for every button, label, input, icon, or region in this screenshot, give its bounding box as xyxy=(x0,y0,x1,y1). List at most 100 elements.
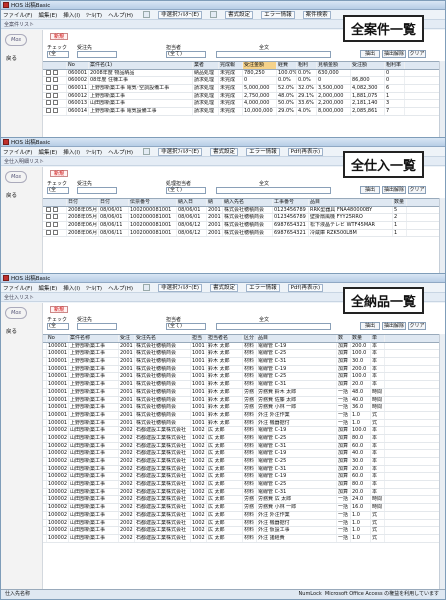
table-cell[interactable]: 材料 xyxy=(243,365,257,373)
row-checkbox[interactable] xyxy=(46,69,51,75)
table-cell[interactable]: 1001 xyxy=(191,419,207,427)
table-cell[interactable]: 1001 xyxy=(191,381,207,388)
table-cell[interactable]: 山田部新築工事 xyxy=(69,488,119,496)
table-cell[interactable]: 100002 xyxy=(47,434,69,442)
table-cell[interactable]: 外注 機器据付 xyxy=(257,419,337,427)
table-cell[interactable]: 式 xyxy=(371,527,385,534)
table-row[interactable]: 100002 山田部新築工事 2002 石都建設工業株式会社 1002 広 太郎 材料 電線管… xyxy=(43,458,445,466)
table-cell[interactable]: 石都建設工業株式会社 xyxy=(135,481,191,488)
header-no[interactable]: No xyxy=(47,335,69,342)
table-cell[interactable]: 2001 xyxy=(119,358,135,365)
table-cell[interactable]: 電線管 C-31 xyxy=(257,381,337,388)
table-cell[interactable]: 石都建設工業株式会社 xyxy=(135,527,191,534)
table-cell[interactable]: 100.0 xyxy=(351,350,371,358)
table-cell[interactable]: 08年度 住棟工事 xyxy=(89,77,193,85)
table-cell[interactable]: 2002 xyxy=(119,434,135,442)
table-cell[interactable]: 2,200,000 xyxy=(317,100,351,108)
table-cell[interactable]: 3,500,000 xyxy=(317,85,351,92)
row-selector[interactable] xyxy=(43,69,67,77)
table-cell[interactable]: 060002 xyxy=(67,77,89,85)
table-cell[interactable]: 本 xyxy=(371,427,385,434)
table-cell[interactable]: 0.0% xyxy=(297,69,317,77)
table-cell[interactable]: 材料 xyxy=(243,481,257,488)
row-flag-checkbox[interactable] xyxy=(53,222,58,228)
row-flag-checkbox[interactable] xyxy=(53,85,58,91)
table-cell[interactable]: 060012 xyxy=(67,92,89,100)
table-cell[interactable]: 外注 機器据付 xyxy=(257,519,337,527)
table-row[interactable]: 100001 上野部新築工事 2001 株式会社穂積商会 1001 鈴木 太郎 材料 電線管 … xyxy=(43,365,445,374)
table-cell[interactable]: 一括 xyxy=(337,396,351,404)
table-cell[interactable]: 1.0 xyxy=(351,511,371,519)
row-flag-checkbox[interactable] xyxy=(53,77,58,83)
table-cell[interactable]: 本 xyxy=(371,342,385,350)
extract-button[interactable]: 抽出 xyxy=(360,186,380,194)
table-cell[interactable]: 2001 xyxy=(119,365,135,373)
table-cell[interactable]: 本 xyxy=(371,350,385,358)
table-cell[interactable]: 5 xyxy=(393,206,407,214)
table-cell[interactable]: 2,750,000 xyxy=(243,92,277,100)
menu-edit[interactable]: 編集(E) xyxy=(38,148,57,156)
table-cell[interactable]: 鈴木 太郎 xyxy=(207,365,243,373)
table-cell[interactable]: 08/06/01 xyxy=(99,206,129,214)
table-cell[interactable]: 山田部新築工事 xyxy=(69,473,119,481)
table-cell[interactable]: 鈴木 太郎 xyxy=(207,419,243,427)
row-selector[interactable] xyxy=(43,92,67,100)
menu-file[interactable]: ファイル(F) xyxy=(3,11,32,19)
table-cell[interactable]: 1.0 xyxy=(351,411,371,419)
table-row[interactable]: 100002 山田部新築工事 2002 石都建設工業株式会社 1002 広 太郎 材料 電線管… xyxy=(43,442,445,451)
menu-tools[interactable]: ﾂｰﾙ(T) xyxy=(86,11,102,19)
scrollbar[interactable] xyxy=(439,198,445,276)
table-cell[interactable]: 請求処理 xyxy=(193,85,219,92)
table-cell[interactable]: 一括 xyxy=(337,411,351,419)
row-selector[interactable] xyxy=(43,222,67,229)
table-row[interactable]: 100001 上野部新築工事 2001 株式会社穂積商会 1001 鈴木 太郎 材料 電線管 … xyxy=(43,381,445,389)
table-cell[interactable]: 100001 xyxy=(47,411,69,419)
table-cell[interactable]: 請求処理 xyxy=(193,100,219,108)
table-cell[interactable]: 上野部新築工事 電気設備工事 xyxy=(89,108,193,115)
row-checkbox[interactable] xyxy=(46,206,51,212)
table-cell[interactable]: 本 xyxy=(371,450,385,457)
row-checkbox[interactable] xyxy=(46,214,51,220)
table-cell[interactable]: 100001 xyxy=(47,342,69,350)
table-cell[interactable]: 6 xyxy=(385,85,405,92)
table-cell[interactable]: 上野部新築工事 xyxy=(69,396,119,404)
header-profit[interactable]: 粗利 xyxy=(297,62,317,69)
table-cell[interactable]: 加算 xyxy=(337,350,351,358)
row-selector[interactable] xyxy=(43,229,67,237)
table-cell[interactable]: 本 xyxy=(371,481,385,488)
table-cell[interactable]: 石都建設工業株式会社 xyxy=(135,450,191,457)
table-cell[interactable]: 060001 xyxy=(67,69,89,77)
table-row[interactable]: 060014 上野部新築工事 電気設備工事 請求処理 未完成 10,000,000 29.… xyxy=(43,108,445,116)
menu-help[interactable]: ヘルプ(H) xyxy=(108,148,133,156)
table-cell[interactable]: 広 太郎 xyxy=(207,481,243,488)
table-cell[interactable]: 石都建設工業株式会社 xyxy=(135,434,191,442)
table-cell[interactable]: 1002 xyxy=(191,442,207,450)
table-cell[interactable]: 100001 xyxy=(47,396,69,404)
menu-insert[interactable]: 挿入(I) xyxy=(63,11,80,19)
table-cell[interactable]: 29.1% xyxy=(297,92,317,100)
table-cell[interactable]: 100.0 xyxy=(351,373,371,381)
table-cell[interactable]: 電線管 C-31 xyxy=(257,465,337,473)
table-cell[interactable]: 広 太郎 xyxy=(207,534,243,542)
table-cell[interactable]: 1002 xyxy=(191,511,207,519)
table-cell[interactable]: 30.0 xyxy=(351,458,371,465)
table-cell[interactable]: 加算 xyxy=(337,434,351,442)
table-cell[interactable]: 電線管 C-19 xyxy=(257,342,337,350)
table-cell[interactable]: 労務費 小林 一郎 xyxy=(257,404,337,411)
table-row[interactable]: 060002 08年度 住棟工事 請求処理 未完成 0 0.0% 0.0% 0 86,800 0 xyxy=(43,77,445,86)
table-cell[interactable]: 株式会社穂積商会 xyxy=(135,404,191,411)
table-cell[interactable]: 40.0 xyxy=(351,450,371,457)
error-button[interactable]: エラー情報 xyxy=(246,283,280,292)
table-cell[interactable]: 一括 xyxy=(337,388,351,396)
table-cell[interactable]: 労務費 鈴木 太郎 xyxy=(257,388,337,396)
header-done[interactable]: 完成報 xyxy=(219,62,243,69)
table-cell[interactable]: 時間 xyxy=(371,504,385,511)
table-cell[interactable]: 未完成 xyxy=(219,100,243,108)
header-type[interactable]: 業者 xyxy=(193,62,219,69)
table-cell[interactable]: 本 xyxy=(371,365,385,373)
table-cell[interactable]: 100002 xyxy=(47,427,69,434)
table-cell[interactable]: 060011 xyxy=(67,85,89,92)
sort-icon[interactable] xyxy=(210,11,218,18)
table-cell[interactable]: 株式会社穂積商会 xyxy=(135,388,191,396)
table-cell[interactable]: 山田部新築工事 xyxy=(69,534,119,542)
